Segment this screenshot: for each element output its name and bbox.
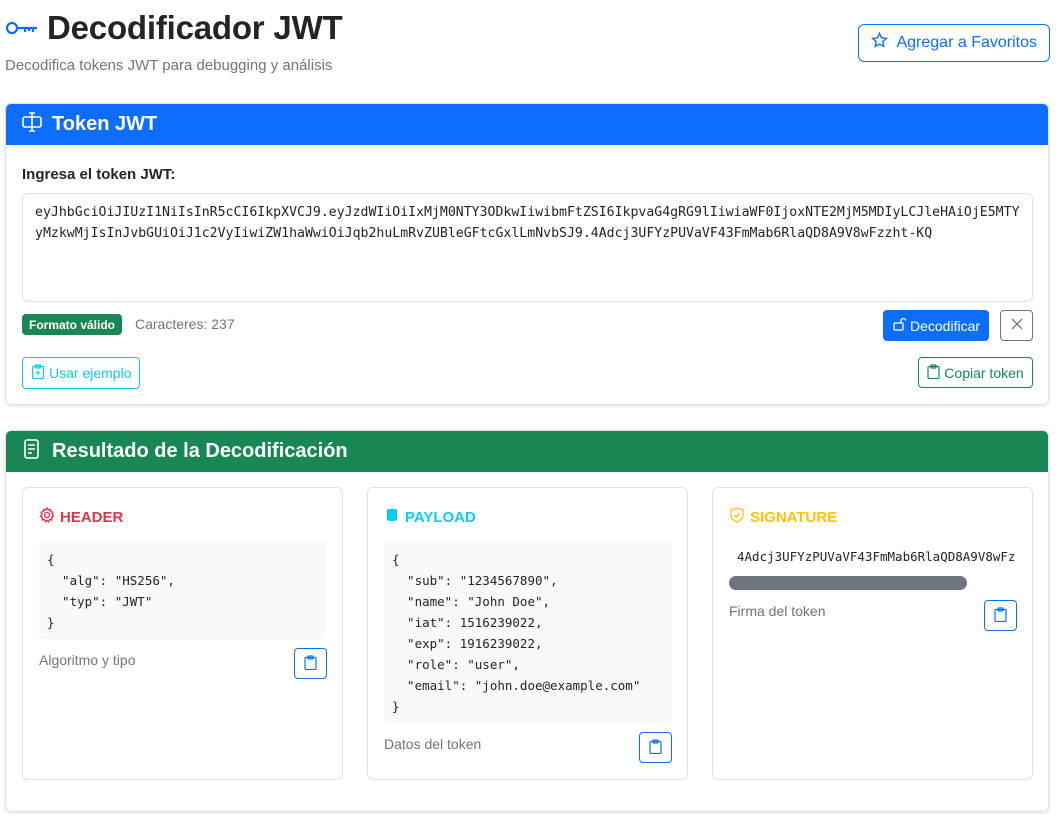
- page-header: Decodificador JWT Decodifica tokens JWT …: [5, 8, 1050, 88]
- input-cursor-icon: [21, 111, 43, 138]
- token-input-label: Ingresa el token JWT:: [22, 166, 176, 183]
- header-description: Algoritmo y tipo: [39, 652, 136, 668]
- payload-json: { "sub": "1234567890", "name": "John Doe…: [384, 541, 671, 724]
- signature-box: 4Adcj3UFYzPUVaVF43FmMab6RlaQD8A9V8wFzzht…: [729, 541, 1016, 595]
- decode-button[interactable]: Decodificar: [883, 310, 989, 341]
- clipboard-plus-icon: [31, 364, 45, 382]
- copy-header-button[interactable]: [294, 648, 327, 679]
- result-card-title: Resultado de la Decodificación: [52, 440, 348, 462]
- token-card-title: Token JWT: [52, 113, 158, 135]
- copy-signature-button[interactable]: [984, 600, 1017, 631]
- signature-scrollbar[interactable]: [729, 576, 967, 590]
- use-example-button[interactable]: Usar ejemplo: [22, 357, 141, 389]
- payload-panel: PAYLOAD { "sub": "1234567890", "name": "…: [367, 487, 688, 780]
- key-icon: [5, 16, 39, 40]
- document-icon: [21, 438, 43, 465]
- use-example-label: Usar ejemplo: [49, 365, 132, 381]
- status-badge: Formato válido: [22, 314, 123, 335]
- database-icon: [384, 507, 400, 527]
- header-json: { "alg": "HS256", "typ": "JWT" }: [39, 541, 326, 639]
- clear-button[interactable]: [1000, 310, 1033, 341]
- result-card: Resultado de la Decodificación HEADER { …: [5, 430, 1049, 812]
- copy-token-button[interactable]: Copiar token: [918, 357, 1033, 388]
- header-panel-label: HEADER: [60, 508, 124, 526]
- header-panel: HEADER { "alg": "HS256", "typ": "JWT" } …: [22, 487, 343, 780]
- result-card-header: Resultado de la Decodificación: [6, 431, 1048, 472]
- clipboard-icon: [994, 606, 1007, 625]
- add-favorites-button[interactable]: Agregar a Favoritos: [858, 24, 1050, 62]
- payload-description: Datos del token: [384, 736, 482, 752]
- signature-description: Firma del token: [729, 603, 826, 619]
- unlock-icon: [892, 317, 907, 334]
- char-count: Caracteres: 237: [135, 316, 235, 332]
- shield-check-icon: [729, 507, 745, 527]
- decode-label: Decodificar: [909, 317, 981, 334]
- header-panel-title: HEADER: [39, 506, 124, 527]
- signature-panel-title: SIGNATURE: [729, 507, 837, 527]
- clipboard-icon: [927, 363, 940, 382]
- gear-icon: [39, 506, 55, 527]
- payload-panel-title: PAYLOAD: [384, 507, 476, 527]
- copy-payload-button[interactable]: [639, 732, 672, 763]
- close-icon: [1010, 317, 1024, 334]
- signature-panel-label: SIGNATURE: [750, 508, 838, 526]
- star-icon: [871, 31, 889, 54]
- payload-panel-label: PAYLOAD: [405, 508, 476, 526]
- signature-value: 4Adcj3UFYzPUVaVF43FmMab6RlaQD8A9V8wFzzht…: [737, 549, 1016, 564]
- token-textarea[interactable]: eyJhbGciOiJIUzI1NiIsInR5cCI6IkpXVCJ9.eyJ…: [22, 193, 1033, 302]
- signature-panel: SIGNATURE 4Adcj3UFYzPUVaVF43FmMab6RlaQD8…: [712, 487, 1033, 780]
- clipboard-icon: [304, 654, 317, 673]
- add-favorites-label: Agregar a Favoritos: [896, 34, 1037, 51]
- token-card-header: Token JWT: [6, 104, 1048, 145]
- clipboard-icon: [649, 738, 662, 757]
- page-title: Decodificador JWT: [47, 9, 343, 46]
- copy-token-label: Copiar token: [944, 364, 1024, 381]
- token-card: Token JWT Ingresa el token JWT: eyJhbGci…: [5, 103, 1049, 405]
